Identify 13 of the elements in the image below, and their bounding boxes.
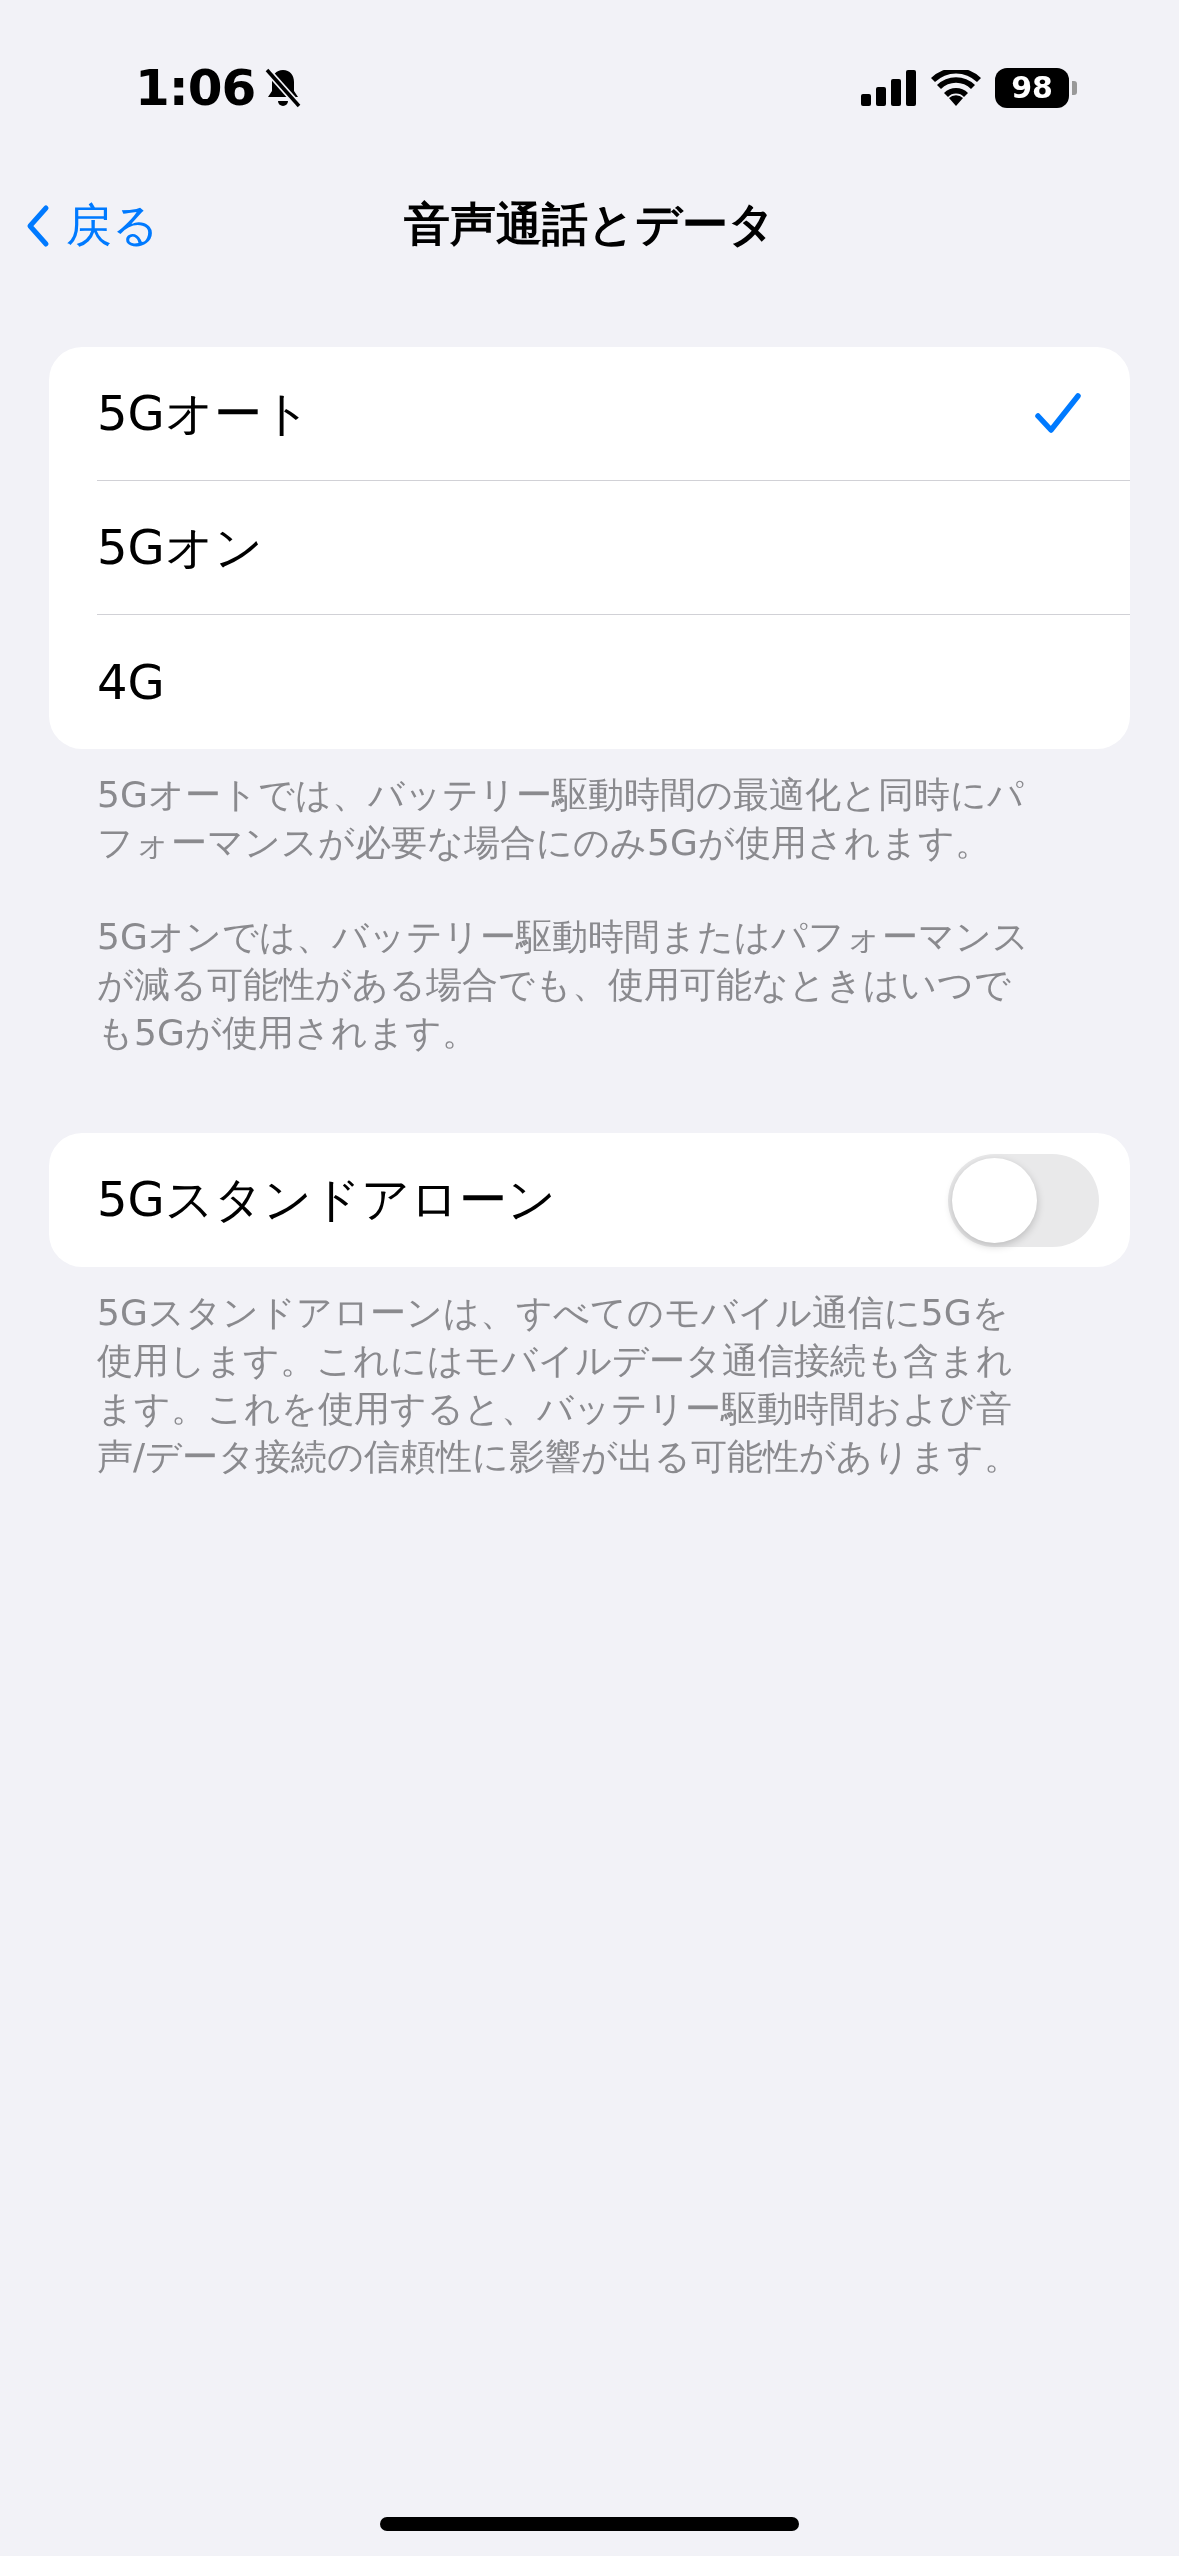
back-button[interactable]: 戻る xyxy=(26,195,159,257)
option-row[interactable]: 5Gオン xyxy=(97,481,1130,615)
status-time: 1:06 xyxy=(135,58,256,117)
wifi-icon xyxy=(931,69,981,106)
signal-icon xyxy=(861,69,917,106)
footnote-text: 5Gスタンドアローンは、すべてのモバイル通信に5Gを使用します。これにはモバイルデータ通信接続も含まれます。これを使用すると、バッテリー駆動時間および音声/データ接続の信頼性に影響が出る可能性があります。 xyxy=(97,1291,1022,1479)
chevron-icon xyxy=(26,204,50,248)
page-title: 音声通話とデータ xyxy=(404,196,775,253)
option-row[interactable]: 5Gオート xyxy=(97,347,1130,481)
footnote-text: 5Gオンでは、バッテリー駆動時間またはパフォーマンスが減る可能性がある場合でも、使用可能なときはいつでも5Gが使用されます。 xyxy=(97,915,1029,1055)
standalone-label: 5Gスタンドアローン xyxy=(97,1170,556,1229)
option-row[interactable]: 4G xyxy=(97,615,1130,749)
footnote-text: 5Gオートでは、バッテリー駆動時間の最適化と同時にパフォーマンスが必要な場合にのみ5Gが使用されます。 xyxy=(97,773,1025,865)
